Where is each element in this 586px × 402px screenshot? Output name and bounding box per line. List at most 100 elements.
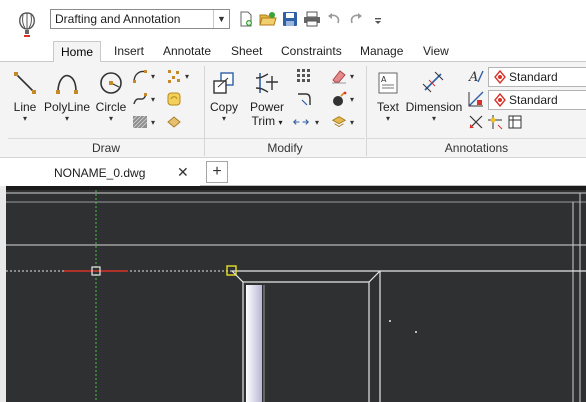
chevron-down-icon[interactable]: ▾ — [371, 114, 405, 124]
text-style-icon[interactable]: A — [468, 68, 484, 84]
line-icon — [10, 68, 40, 98]
tab-insert[interactable]: Insert — [107, 42, 151, 62]
tab-manage[interactable]: Manage — [353, 42, 410, 62]
drawing-style-icon — [493, 69, 507, 85]
modify-group-title: Modify — [205, 138, 365, 156]
chevron-down-icon[interactable]: ▾ — [405, 114, 463, 124]
line-label: Line — [13, 100, 37, 114]
draw-group-title: Draw — [8, 138, 204, 156]
chevron-down-icon[interactable]: ▾ — [151, 95, 155, 104]
print-icon[interactable] — [302, 10, 321, 29]
workspace-select-value: Drafting and Annotation — [55, 12, 181, 26]
drawing-geometry — [6, 190, 586, 402]
arc-icon[interactable] — [132, 68, 148, 84]
text-style-select[interactable]: Standard — [488, 67, 586, 87]
drawing-style-icon — [493, 92, 507, 108]
drawing-point — [415, 331, 417, 333]
modify-group: Copy ▾ Power Trim ▾ ▾ ▾ ▾ ▾ Modify — [205, 62, 365, 158]
center-mark-icon[interactable] — [487, 114, 503, 130]
quick-access-toolbar: Drafting and Annotation ▼ — [0, 0, 586, 38]
document-tab[interactable]: NONAME_0.dwg ✕ — [0, 160, 200, 186]
dimension-style-value: Standard — [509, 93, 558, 107]
ribbon-panel: Line ▾ PolyLine ▾ Circle ▾ ▾ ▾ ▾ ▾ Draw … — [0, 62, 586, 158]
region-icon[interactable] — [166, 91, 182, 107]
point-icon[interactable] — [166, 68, 182, 84]
undo-icon[interactable] — [324, 10, 343, 29]
chevron-down-icon[interactable]: ▾ — [151, 118, 155, 127]
power-trim-icon — [252, 68, 282, 98]
power-trim-label-2-text: Trim — [251, 114, 276, 128]
drawing-canvas[interactable] — [6, 190, 586, 402]
dimension-style-icon[interactable] — [468, 91, 484, 107]
stretch-icon[interactable] — [293, 114, 309, 130]
circle-label: Circle — [95, 100, 127, 114]
text-icon: A — [373, 68, 403, 98]
polyline-label: PolyLine — [43, 100, 91, 114]
copy-icon — [209, 68, 239, 98]
line-button[interactable]: Line ▾ — [8, 68, 42, 124]
leader-icon[interactable] — [468, 114, 484, 130]
save-icon[interactable] — [280, 10, 299, 29]
app-logo-icon[interactable] — [14, 10, 40, 40]
chevron-down-icon[interactable]: ▾ — [8, 114, 42, 124]
wipeout-icon[interactable] — [166, 114, 182, 130]
tab-annotate[interactable]: Annotate — [156, 42, 218, 62]
document-tabs: NONAME_0.dwg ✕ + — [0, 158, 586, 186]
spline-icon[interactable] — [132, 91, 148, 107]
new-icon[interactable] — [236, 10, 255, 29]
power-trim-label-2: Trim ▾ — [245, 114, 289, 130]
dimension-icon — [419, 68, 449, 98]
explode-icon[interactable] — [331, 91, 347, 107]
ribbon-tabs: Home Insert Annotate Sheet Constraints M… — [0, 38, 586, 63]
circle-button[interactable]: Circle ▾ — [92, 68, 130, 124]
table-icon[interactable] — [507, 114, 523, 130]
array-icon[interactable] — [296, 68, 312, 84]
tab-sheet[interactable]: Sheet — [224, 42, 269, 62]
chevron-down-icon[interactable]: ▾ — [92, 114, 130, 124]
circle-icon — [96, 68, 126, 98]
dimension-style-select[interactable]: Standard — [488, 90, 586, 110]
erase-icon[interactable] — [331, 68, 347, 84]
fillet-icon[interactable] — [296, 91, 312, 107]
selected-panel[interactable] — [246, 285, 262, 402]
customize-icon[interactable] — [368, 10, 387, 29]
chevron-down-icon[interactable]: ▾ — [205, 114, 243, 124]
hatch-icon[interactable] — [132, 114, 148, 130]
chevron-down-icon[interactable]: ▾ — [185, 72, 189, 81]
dimension-label: Dimension — [405, 100, 463, 114]
power-trim-label-1: Power — [249, 100, 284, 114]
chevron-down-icon[interactable]: ▾ — [278, 118, 282, 127]
chevron-down-icon[interactable]: ▾ — [315, 118, 319, 127]
match-properties-icon[interactable] — [331, 114, 347, 130]
power-trim-button[interactable]: Power Trim ▾ — [245, 68, 289, 130]
chevron-down-icon[interactable]: ▾ — [350, 118, 354, 127]
dimension-button[interactable]: Dimension ▾ — [405, 68, 463, 124]
chevron-down-icon[interactable]: ▾ — [42, 114, 92, 124]
chevron-down-icon[interactable]: ▼ — [213, 10, 229, 28]
copy-button[interactable]: Copy ▾ — [205, 68, 243, 124]
redo-icon[interactable] — [346, 10, 365, 29]
svg-text:A: A — [381, 75, 387, 84]
close-icon[interactable]: ✕ — [177, 164, 189, 181]
drawing-point — [389, 320, 391, 322]
document-tab-name: NONAME_0.dwg — [54, 166, 146, 180]
text-label: Text — [376, 100, 399, 114]
polyline-icon — [52, 68, 82, 98]
annotations-group: A Text ▾ Dimension ▾ A Standard Standard… — [367, 62, 586, 158]
polyline-button[interactable]: PolyLine ▾ — [42, 68, 92, 124]
annotations-group-title: Annotations — [367, 138, 586, 156]
chevron-down-icon[interactable]: ▾ — [151, 72, 155, 81]
chevron-down-icon[interactable]: ▾ — [350, 95, 354, 104]
text-button[interactable]: A Text ▾ — [371, 68, 405, 124]
new-tab-button[interactable]: + — [206, 161, 228, 183]
open-icon[interactable] — [258, 10, 277, 29]
copy-label: Copy — [209, 100, 238, 114]
tab-home[interactable]: Home — [53, 41, 102, 63]
tab-constraints[interactable]: Constraints — [274, 42, 349, 62]
svg-text:A: A — [468, 70, 478, 84]
frame-outline — [231, 270, 381, 283]
tab-view[interactable]: View — [416, 42, 456, 62]
draw-group: Line ▾ PolyLine ▾ Circle ▾ ▾ ▾ ▾ ▾ Draw — [8, 62, 204, 158]
chevron-down-icon[interactable]: ▾ — [350, 72, 354, 81]
workspace-select[interactable]: Drafting and Annotation ▼ — [50, 9, 230, 29]
